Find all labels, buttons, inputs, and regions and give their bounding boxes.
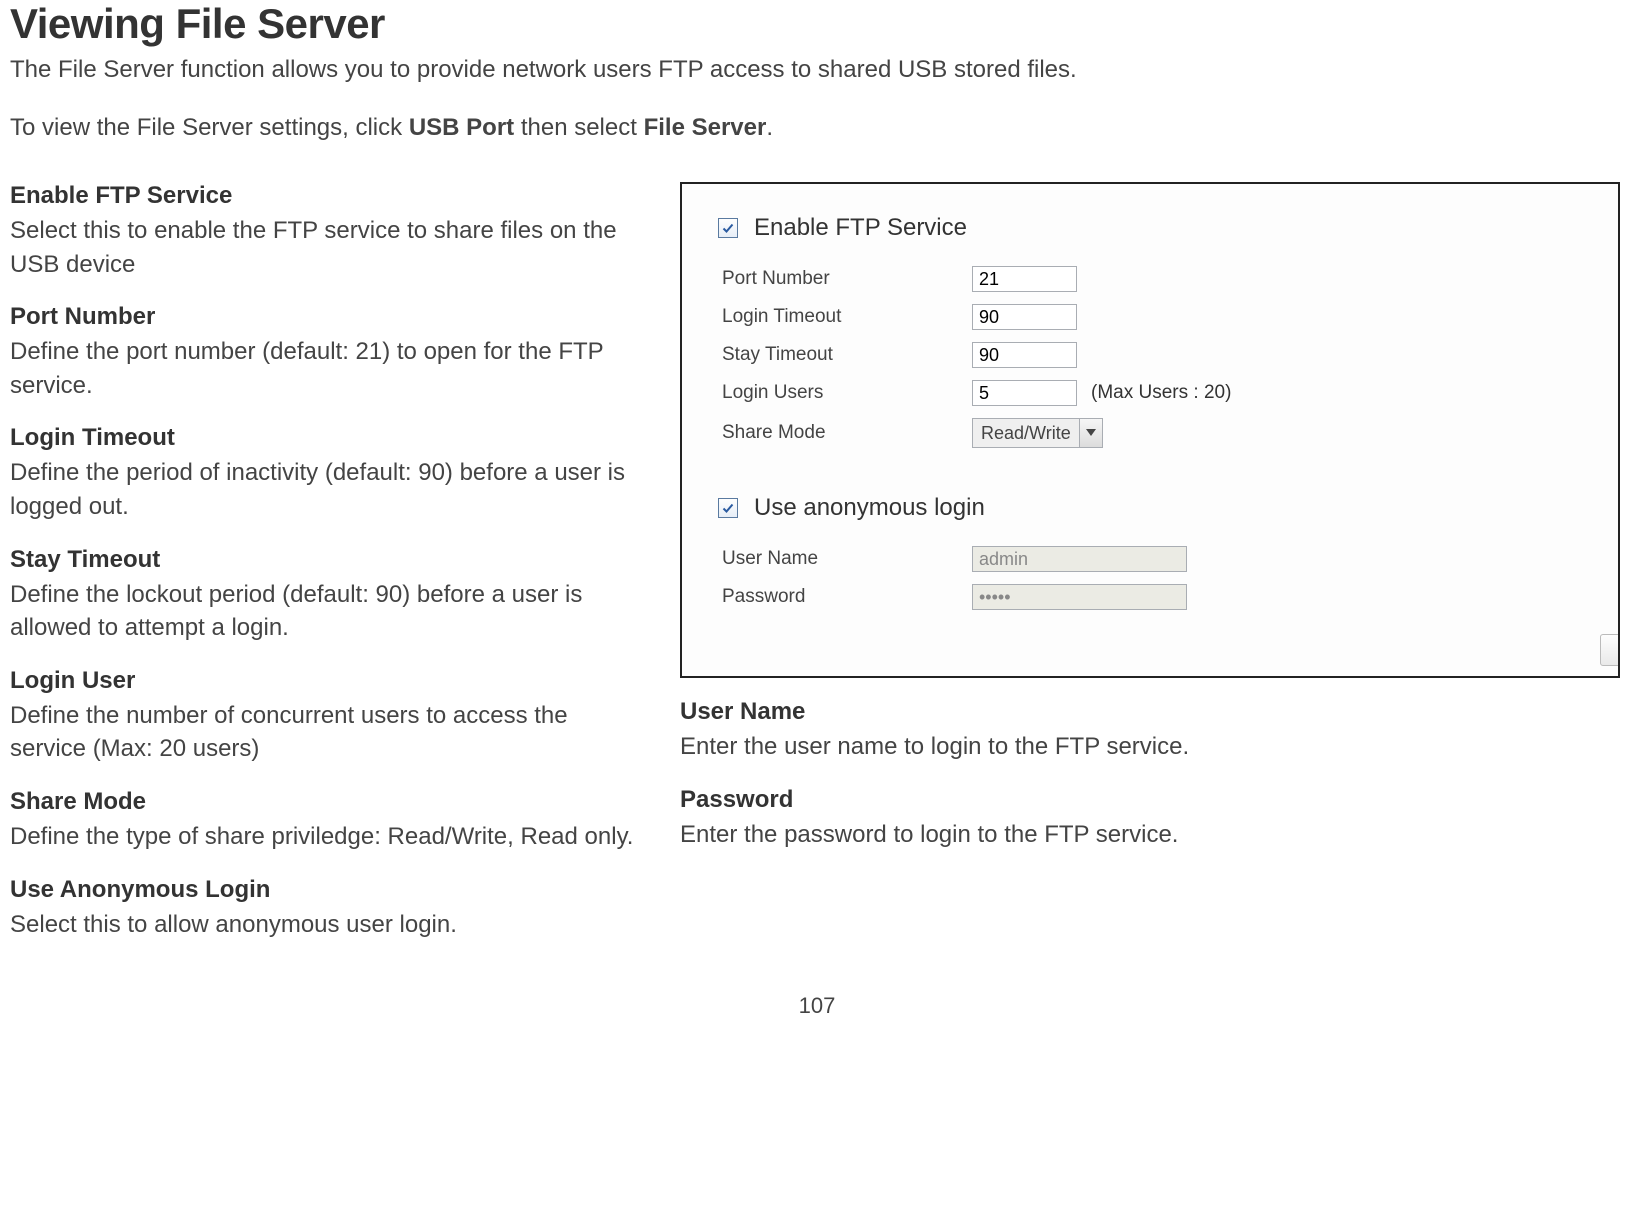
item-login-user: Login User Define the number of concurre… <box>10 667 650 766</box>
item-title: Port Number <box>10 303 650 331</box>
login-timeout-label: Login Timeout <box>718 306 972 328</box>
howto-prefix: To view the File Server settings, click <box>10 114 409 141</box>
row-stay-timeout: Stay Timeout <box>718 336 1582 374</box>
stay-timeout-input[interactable] <box>972 342 1077 368</box>
login-users-label: Login Users <box>718 382 972 404</box>
document-page: Viewing File Server The File Server func… <box>0 0 1634 1019</box>
intro-text: The File Server function allows you to p… <box>10 56 1624 84</box>
port-number-input[interactable] <box>972 266 1077 292</box>
item-desc: Define the type of share priviledge: Rea… <box>10 820 650 854</box>
howto-mid: then select <box>514 114 643 141</box>
port-number-label: Port Number <box>718 268 972 290</box>
enable-ftp-label: Enable FTP Service <box>754 214 967 242</box>
item-login-timeout: Login Timeout Define the period of inact… <box>10 424 650 523</box>
item-desc: Enter the password to login to the FTP s… <box>680 818 1624 852</box>
scrollbar-stub[interactable] <box>1600 634 1620 666</box>
row-login-timeout: Login Timeout <box>718 298 1582 336</box>
enable-ftp-checkbox[interactable] <box>718 218 738 238</box>
howto-bold1: USB Port <box>409 114 514 141</box>
row-user-name: User Name <box>718 540 1582 578</box>
item-use-anon: Use Anonymous Login Select this to allow… <box>10 876 650 942</box>
howto-bold2: File Server <box>644 114 767 141</box>
item-desc: Define the port number (default: 21) to … <box>10 335 650 402</box>
item-desc: Enter the user name to login to the FTP … <box>680 730 1624 764</box>
item-port-number: Port Number Define the port number (defa… <box>10 303 650 402</box>
item-title: Password <box>680 786 1624 814</box>
howto-text: To view the File Server settings, click … <box>10 114 1624 142</box>
password-input[interactable] <box>972 584 1187 610</box>
item-desc: Define the lockout period (default: 90) … <box>10 578 650 645</box>
item-desc: Select this to enable the FTP service to… <box>10 214 650 281</box>
row-password: Password <box>718 578 1582 616</box>
page-number: 107 <box>10 993 1624 1019</box>
login-timeout-input[interactable] <box>972 304 1077 330</box>
share-mode-label: Share Mode <box>718 422 972 444</box>
login-users-note: (Max Users : 20) <box>1091 382 1231 404</box>
user-name-label: User Name <box>718 548 972 570</box>
item-title: Share Mode <box>10 788 650 816</box>
enable-ftp-checkbox-row: Enable FTP Service <box>718 214 1582 242</box>
row-share-mode: Share Mode Read/Write <box>718 412 1582 454</box>
item-desc: Define the number of concurrent users to… <box>10 699 650 766</box>
user-name-input[interactable] <box>972 546 1187 572</box>
right-below: User Name Enter the user name to login t… <box>680 698 1624 873</box>
use-anon-checkbox-row: Use anonymous login <box>718 494 1582 522</box>
item-desc: Select this to allow anonymous user logi… <box>10 908 650 942</box>
howto-suffix: . <box>766 114 773 141</box>
share-mode-value: Read/Write <box>973 423 1079 444</box>
section-gap <box>718 454 1582 494</box>
chevron-down-icon <box>1086 429 1096 437</box>
page-title: Viewing File Server <box>10 0 1624 48</box>
dropdown-button[interactable] <box>1079 419 1102 447</box>
share-mode-select[interactable]: Read/Write <box>972 418 1103 448</box>
stay-timeout-label: Stay Timeout <box>718 344 972 366</box>
use-anon-checkbox[interactable] <box>718 498 738 518</box>
login-users-input[interactable] <box>972 380 1077 406</box>
item-enable-ftp: Enable FTP Service Select this to enable… <box>10 182 650 281</box>
item-title: Login User <box>10 667 650 695</box>
check-icon <box>722 222 734 234</box>
item-desc: Define the period of inactivity (default… <box>10 456 650 523</box>
item-title: User Name <box>680 698 1624 726</box>
screenshot-panel: Enable FTP Service Port Number Login Tim… <box>680 182 1620 678</box>
item-title: Stay Timeout <box>10 546 650 574</box>
row-login-users: Login Users (Max Users : 20) <box>718 374 1582 412</box>
check-icon <box>722 502 734 514</box>
item-title: Enable FTP Service <box>10 182 650 210</box>
password-label: Password <box>718 586 972 608</box>
use-anon-label: Use anonymous login <box>754 494 985 522</box>
columns: Enable FTP Service Select this to enable… <box>10 182 1624 963</box>
item-share-mode: Share Mode Define the type of share priv… <box>10 788 650 854</box>
item-stay-timeout: Stay Timeout Define the lockout period (… <box>10 546 650 645</box>
right-column: Enable FTP Service Port Number Login Tim… <box>680 182 1624 873</box>
item-user-name: User Name Enter the user name to login t… <box>680 698 1624 764</box>
row-port-number: Port Number <box>718 260 1582 298</box>
item-title: Use Anonymous Login <box>10 876 650 904</box>
item-password: Password Enter the password to login to … <box>680 786 1624 852</box>
left-column: Enable FTP Service Select this to enable… <box>10 182 650 963</box>
item-title: Login Timeout <box>10 424 650 452</box>
